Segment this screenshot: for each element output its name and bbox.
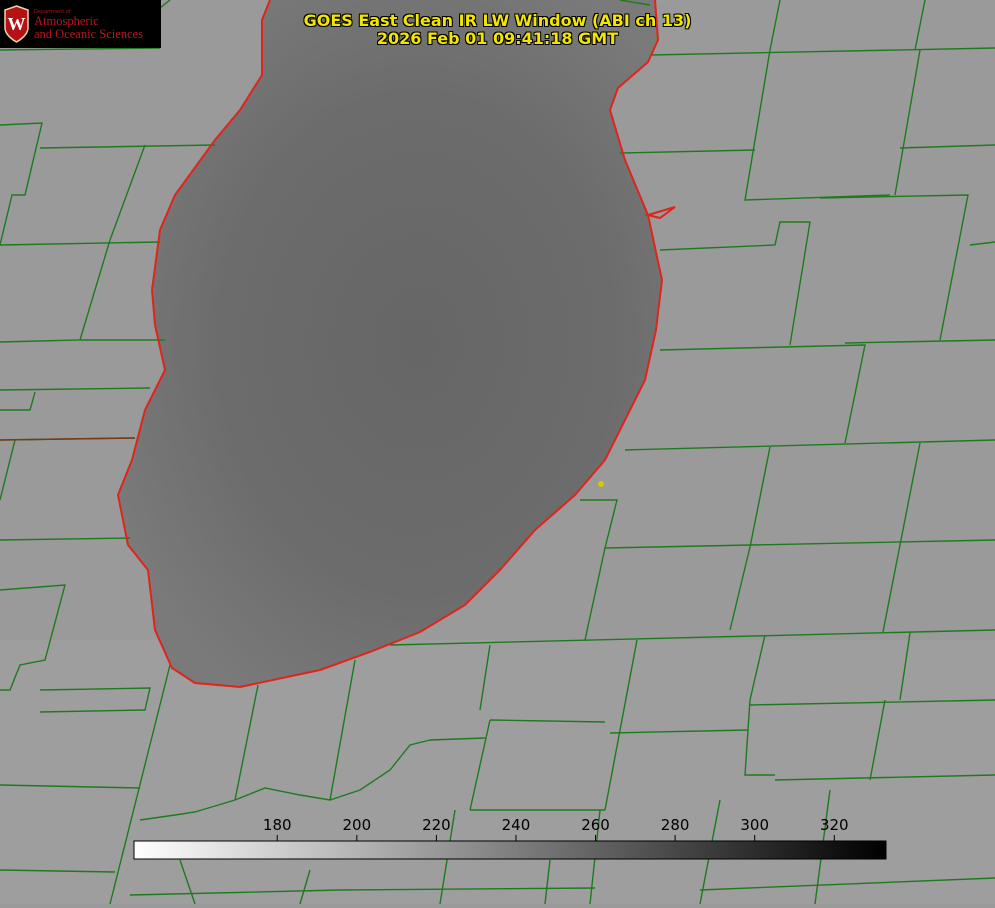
colorbar-tick-label-240: 240 (502, 816, 531, 834)
aos-logo: W Department of Atmospheric and Oceanic … (0, 0, 161, 48)
crest-letter: W (8, 14, 26, 34)
logo-line2: and Oceanic Sciences (34, 27, 143, 41)
colorbar-tick-label-260: 260 (581, 816, 610, 834)
colorbar-tick-label-280: 280 (661, 816, 690, 834)
uw-crest-icon: W (4, 5, 29, 43)
colorbar-gradient (133, 840, 887, 860)
satellite-map: 180 200 220 240 260 280 300 320 (0, 0, 995, 905)
colorbar-tick-label-320: 320 (820, 816, 849, 834)
colorbar-tick-label-180: 180 (263, 816, 292, 834)
colorbar-tick-label-300: 300 (740, 816, 769, 834)
colorbar-tick-label-220: 220 (422, 816, 451, 834)
colorbar-tick-label-200: 200 (342, 816, 371, 834)
location-marker (598, 481, 604, 487)
land-shade-south (0, 640, 995, 904)
